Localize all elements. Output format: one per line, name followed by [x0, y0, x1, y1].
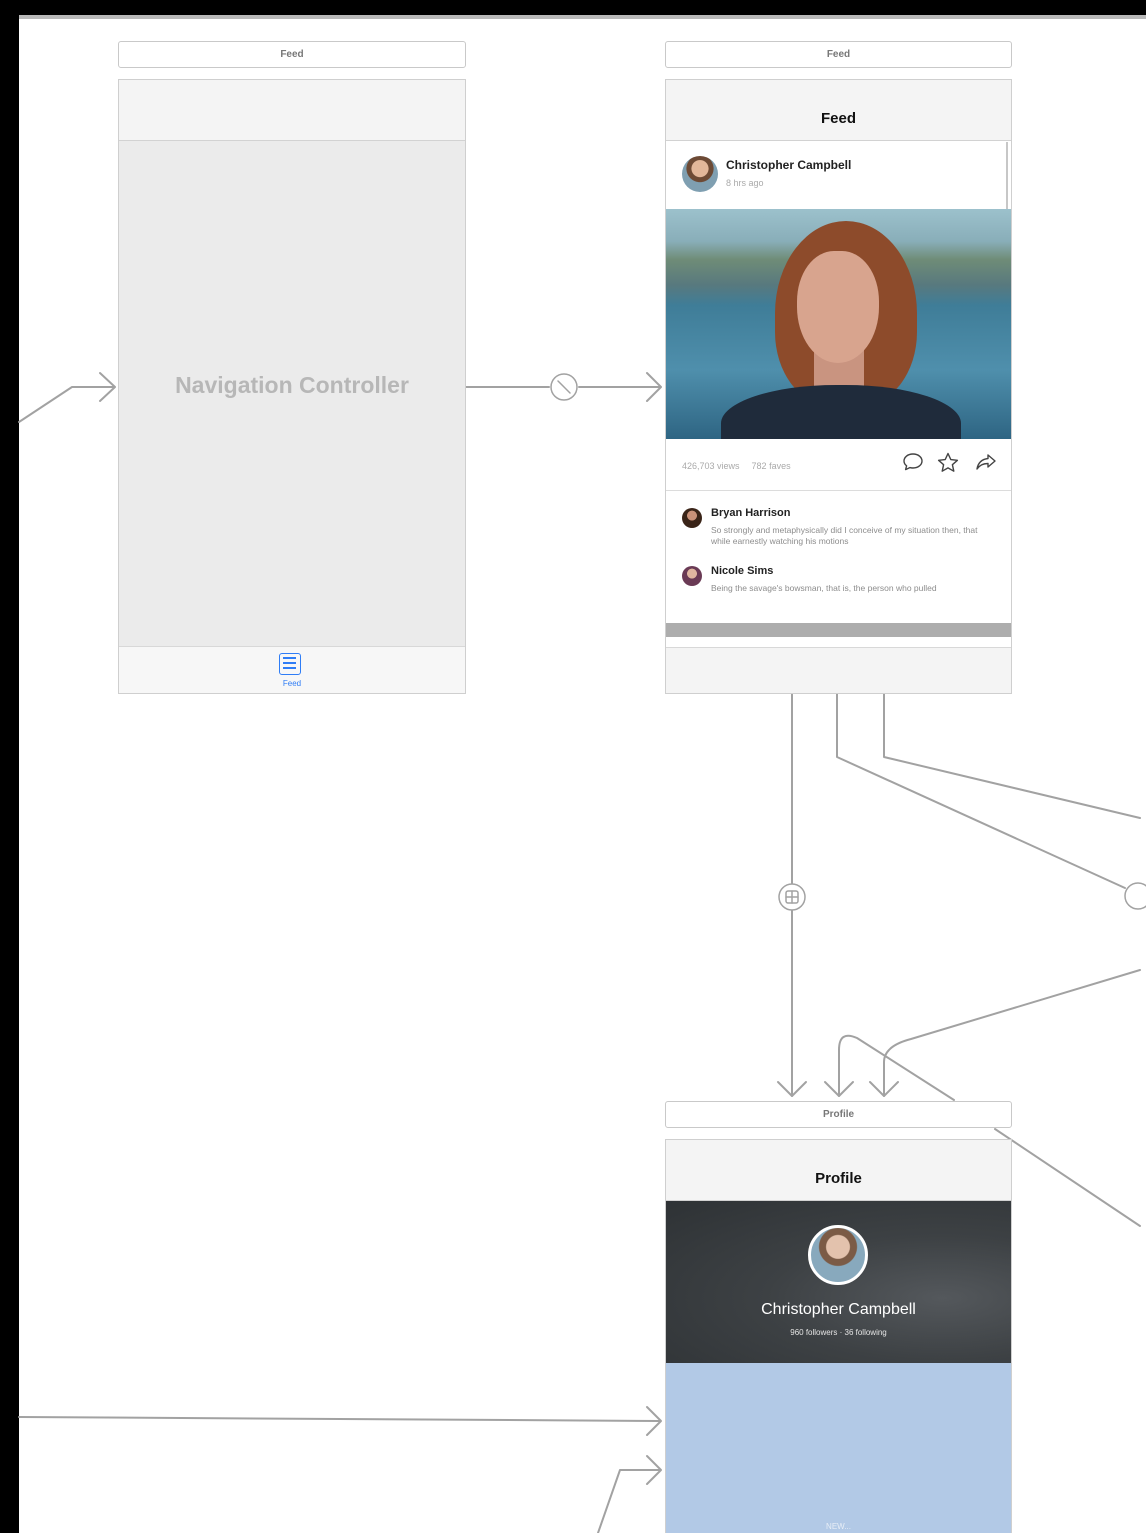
segue-line-feed-right-1	[836, 693, 1126, 889]
comment-avatar[interactable]	[682, 508, 702, 528]
scene-title-profile: Profile	[822, 1109, 855, 1120]
comment-avatar[interactable]	[682, 566, 702, 586]
navigation-bar: Feed	[666, 80, 1011, 141]
scene-title-nav: Feed	[280, 49, 304, 60]
profile-scene[interactable]: Profile Christopher Campbell 960 followe…	[665, 1139, 1012, 1533]
comment-author-name[interactable]: Nicole Sims	[711, 565, 773, 577]
comment-text: So strongly and metaphysically did I con…	[711, 525, 978, 546]
tab-feed-label: Feed	[282, 679, 302, 688]
profile-avatar[interactable]	[808, 1225, 868, 1285]
profile-bottom-label: NEW...	[826, 1522, 851, 1531]
profile-name: Christopher Campbell	[761, 1301, 916, 1318]
navigation-bar	[119, 80, 465, 141]
show-segue-icon-right	[1124, 882, 1146, 910]
segue-line-feed-right-2	[883, 693, 1141, 819]
nav-title-profile: Profile	[815, 1170, 862, 1187]
tab-bar: Feed	[119, 646, 465, 693]
comment-author-name[interactable]: Bryan Harrison	[711, 507, 790, 519]
segue-line-right-to-profile	[883, 969, 1141, 1097]
scene-title-bar-profile[interactable]: Profile	[665, 1101, 1012, 1128]
nav-title-feed: Feed	[820, 110, 856, 127]
feed-separator-bar	[666, 623, 1011, 637]
post-divider	[666, 490, 1011, 491]
scene-title-bar-nav[interactable]: Feed	[118, 41, 466, 68]
faves-count: 782 faves	[751, 461, 791, 471]
profile-header: Christopher Campbell 960 followers · 36 …	[666, 1201, 1011, 1363]
author-avatar[interactable]	[682, 156, 718, 192]
tab-bar-placeholder	[666, 647, 1011, 693]
segue-line-initial	[18, 386, 114, 423]
post-stats: 426,703 views 782 faves	[682, 461, 791, 471]
profile-content-area: NEW...	[666, 1363, 1011, 1533]
post-author-name[interactable]: Christopher Campbell	[726, 158, 851, 172]
comment-text: Being the savage's bowsman, that is, the…	[711, 583, 937, 593]
feed-scene[interactable]: Feed Christopher Campbell 8 hrs ago 426,…	[665, 79, 1012, 694]
post-timestamp: 8 hrs ago	[726, 178, 764, 188]
profile-follow-stats: 960 followers · 36 following	[790, 1328, 887, 1337]
post-photo[interactable]	[666, 209, 1011, 439]
navigation-controller-label: Navigation Controller	[175, 372, 409, 398]
comment-icon[interactable]	[902, 452, 924, 476]
segue-line-left-to-profile	[18, 1416, 661, 1422]
navigation-bar: Profile	[666, 1140, 1011, 1201]
scene-title-bar-feed[interactable]: Feed	[665, 41, 1012, 68]
share-icon[interactable]	[975, 452, 997, 476]
scene-title-feed: Feed	[826, 49, 851, 60]
segue-line-profile-right	[994, 1128, 1141, 1227]
views-count: 426,703 views	[682, 461, 740, 471]
star-icon[interactable]	[937, 452, 959, 477]
navigation-controller-scene[interactable]: Navigation Controller Feed	[118, 79, 466, 694]
feed-list-icon[interactable]	[279, 653, 301, 675]
